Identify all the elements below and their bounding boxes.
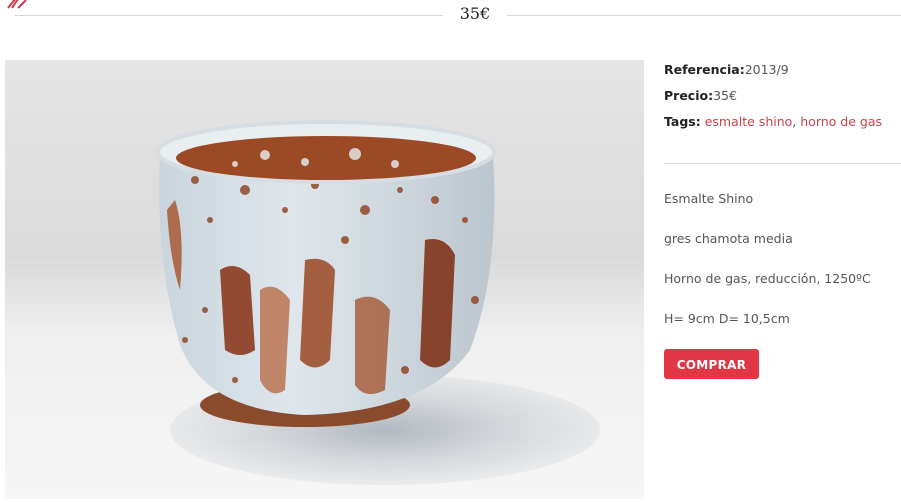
product-photo[interactable] [5,60,644,499]
price-label: Precio: [664,88,714,103]
description-line: gres chamota media [664,231,793,246]
header-rule-left [14,15,443,16]
description-line: Esmalte Shino [664,191,754,206]
product-meta: Referencia:2013/9 Precio:35€ Tags: esmal… [664,62,901,140]
tags-label: Tags: [664,114,701,129]
reference-line: Referencia:2013/9 [664,62,901,88]
reference-value: 2013/9 [744,62,789,77]
header-rule-right [507,15,901,16]
description-line: Horno de gas, reducción, 1250ºC [664,271,871,286]
buy-button[interactable]: COMPRAR [664,349,759,379]
top-header: 35€ [0,0,901,30]
details-divider [664,163,901,164]
description-line: H= 9cm D= 10,5cm [664,311,790,326]
price-heading: 35€ [459,4,491,23]
price-value: 35€ [713,88,737,103]
product-description: Esmalte Shino gres chamota media Horno d… [664,190,901,350]
tags-line: Tags: esmalte shino, horno de gas [664,114,901,140]
reference-label: Referencia: [664,62,745,77]
tea-bowl-illustration [156,120,600,485]
price-line: Precio:35€ [664,88,901,114]
tag-link-horno-de-gas[interactable]: horno de gas [800,114,882,129]
tag-link-esmalte-shino[interactable]: esmalte shino [705,114,793,129]
brand-logo-icon[interactable] [6,0,30,10]
